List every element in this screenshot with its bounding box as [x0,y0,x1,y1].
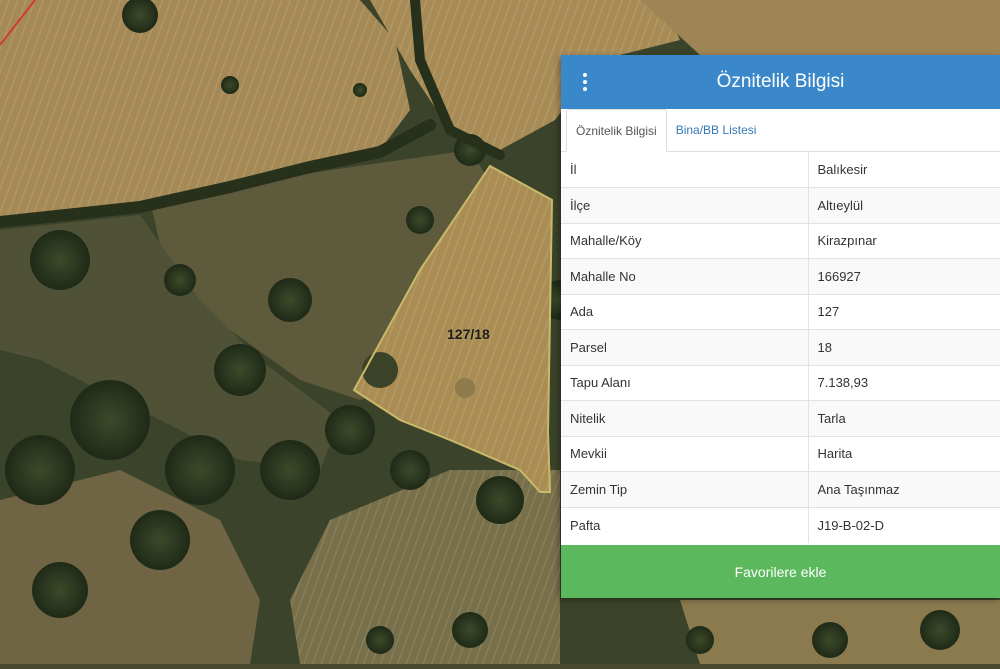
table-row: Pafta J19-B-02-D [561,506,1000,543]
attribute-key: İl [561,152,809,188]
attribute-key: İlçe [561,187,809,223]
add-to-favorites-button[interactable]: Favorilere ekle [561,545,1000,598]
table-row: Nitelik Tarla [561,400,1000,436]
tab-building-list[interactable]: Bina/BB Listesi [667,109,766,151]
table-row: Ada 127 [561,293,1000,330]
attribute-value: Kirazpınar [808,222,1000,259]
attribute-value: 18 [808,329,1000,365]
attribute-key: Zemin Tip [561,471,809,507]
attribute-key: Ada [561,293,809,330]
table-row: Mahalle/Köy Kirazpınar [561,222,1000,259]
table-row: Mahalle No 166927 [561,258,1000,294]
vertical-dots-icon[interactable] [578,69,592,95]
table-row: İlçe Altıeylül [561,187,1000,223]
attribute-value: 7.138,93 [808,364,1000,401]
table-row: Tapu Alanı 7.138,93 [561,364,1000,401]
attribute-value: Altıeylül [808,187,1000,223]
attribute-key: Mevkii [561,435,809,472]
attribute-value: 127 [808,293,1000,330]
tab-attribute-info[interactable]: Öznitelik Bilgisi [566,109,667,152]
attribute-key: Mahalle No [561,258,809,294]
attribute-value: Balıkesir [817,162,868,177]
table-row: Parsel 18 [561,329,1000,365]
table-row: Mevkii Harita [561,435,1000,472]
attribute-value: J19-B-02-D [808,506,1000,543]
attribute-panel: Öznitelik Bilgisi Öznitelik Bilgisi Bina… [561,55,1000,598]
attribute-key: Nitelik [561,400,809,436]
attribute-key: Tapu Alanı [561,364,809,401]
attribute-value: 166927 [808,258,1000,294]
attribute-key: Mahalle/Köy [561,222,809,259]
attribute-key: Pafta [561,506,809,543]
attribute-table: İl Balıkesir İlçe Altıeylül Mahalle/Köy Kiraz… [561,152,1000,543]
table-row: İl Balıkesir [561,152,1000,188]
panel-tabs: Öznitelik Bilgisi Bina/BB Listesi [561,109,1000,152]
parcel-label[interactable]: 127/18 [447,326,490,342]
attribute-key: Parsel [561,329,809,365]
table-row: Zemin Tip Ana Taşınmaz [561,471,1000,507]
attribute-value: Ana Taşınmaz [808,471,1000,507]
attribute-value: Tarla [808,400,1000,436]
attribute-value: Harita [808,435,1000,472]
panel-title: Öznitelik Bilgisi [716,71,845,92]
panel-header: Öznitelik Bilgisi [561,55,1000,109]
